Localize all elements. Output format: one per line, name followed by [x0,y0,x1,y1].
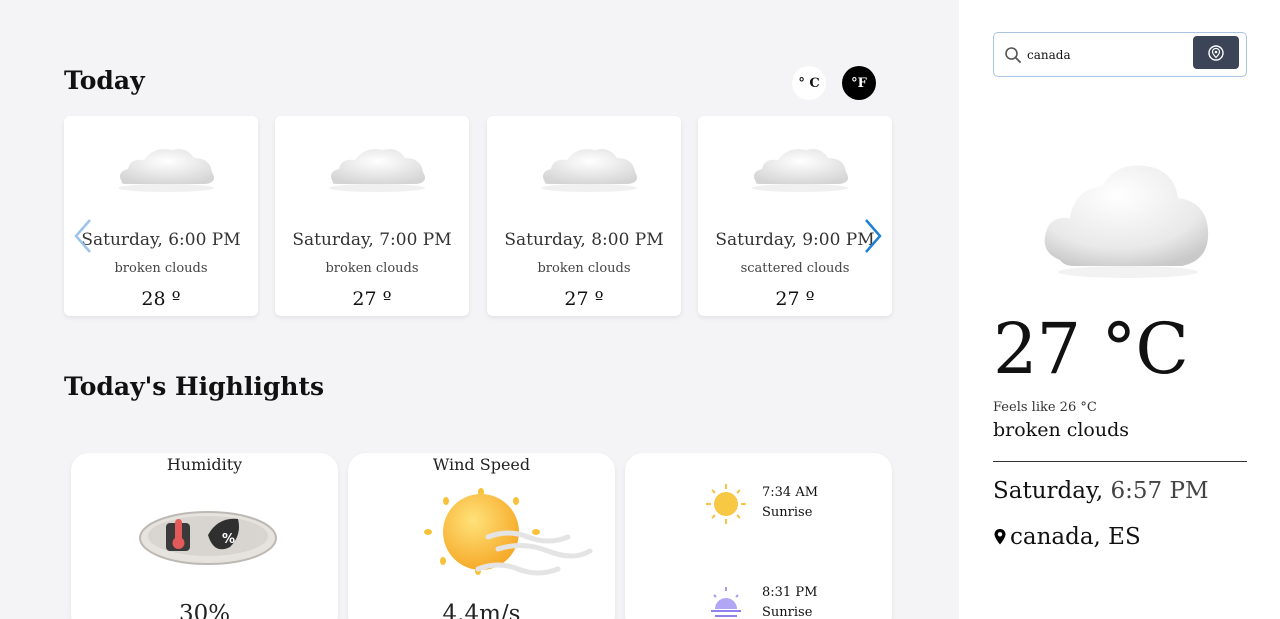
cloud-icon [329,149,425,192]
location-text: canada, ES [1010,524,1141,550]
current-time: 6:57 PM [1110,478,1209,504]
forecast-time: Saturday, 8:00 PM [504,230,664,250]
map-pin-icon [994,529,1006,545]
sunset-time: 8:31 PM [762,585,818,600]
forecast-description: broken clouds [114,261,208,276]
wind-speed-value: 4.4m/s [442,601,521,619]
current-location: canada, ES [993,524,1141,550]
current-weather-cloud-icon [1044,165,1209,278]
current-temperature: 27 °C [993,308,1189,390]
cloud-icon [541,149,637,192]
wind-speed-label: Wind Speed [432,455,531,474]
current-location-button[interactable] [1193,36,1239,69]
main-panel: Today ° C °F Saturday, 6:00 PM broken cl… [0,0,959,619]
location-target-icon [1208,44,1224,61]
current-condition: broken clouds [993,419,1130,441]
sun-icon [706,484,746,524]
sun-times-card: 7:34 AM Sunrise 8:31 PM Sunrise [625,453,892,619]
forecast-description: broken clouds [537,261,631,276]
highlights-title: Today's Highlights [64,372,325,401]
sunset-icon [711,587,741,617]
feels-like: Feels like 26 °C [993,400,1097,415]
search-input[interactable] [1027,45,1177,65]
humidity-value: 30% [178,601,231,619]
forecast-description: scattered clouds [740,261,850,276]
forecast-card: Saturday, 9:00 PM scattered clouds 27 º [698,116,892,316]
svg-text:%: % [222,532,235,547]
forecast-temp: 27 º [564,288,604,310]
forecast-temp: 28 º [141,288,181,310]
cloud-icon [752,149,848,192]
forecast-time: Saturday, 7:00 PM [292,230,452,250]
cloud-icon [118,149,214,192]
chevron-right-icon[interactable] [862,218,884,254]
current-day: Saturday, [993,478,1104,504]
humidity-icon: % [139,511,277,565]
forecast-description: broken clouds [325,261,419,276]
forecast-card: Saturday, 8:00 PM broken clouds 27 º [487,116,681,316]
humidity-label: Humidity [166,455,243,474]
forecast-temp: 27 º [352,288,392,310]
sunset-label: Sunrise [762,605,813,619]
current-datetime: Saturday, 6:57 PM [993,478,1209,504]
sunrise-row: 7:34 AM Sunrise [705,483,818,525]
sunrise-time: 7:34 AM [762,485,819,500]
celsius-toggle[interactable]: ° C [792,66,826,100]
search-icon [1005,47,1021,63]
sunset-row: 8:31 PM Sunrise [705,583,817,619]
humidity-card: Humidity % 30% [71,453,338,619]
page-title: Today [64,66,145,95]
wind-speed-card: Wind Speed 4.4m/s [348,453,615,619]
fahrenheit-toggle[interactable]: °F [842,66,876,100]
divider [993,461,1247,462]
sun-wind-icon [424,488,593,576]
sunrise-label: Sunrise [762,505,813,520]
forecast-temp: 27 º [775,288,815,310]
chevron-left-icon[interactable] [72,218,94,254]
forecast-card: Saturday, 6:00 PM broken clouds 28 º [64,116,258,316]
search-bar [993,32,1247,77]
forecast-card: Saturday, 7:00 PM broken clouds 27 º [275,116,469,316]
